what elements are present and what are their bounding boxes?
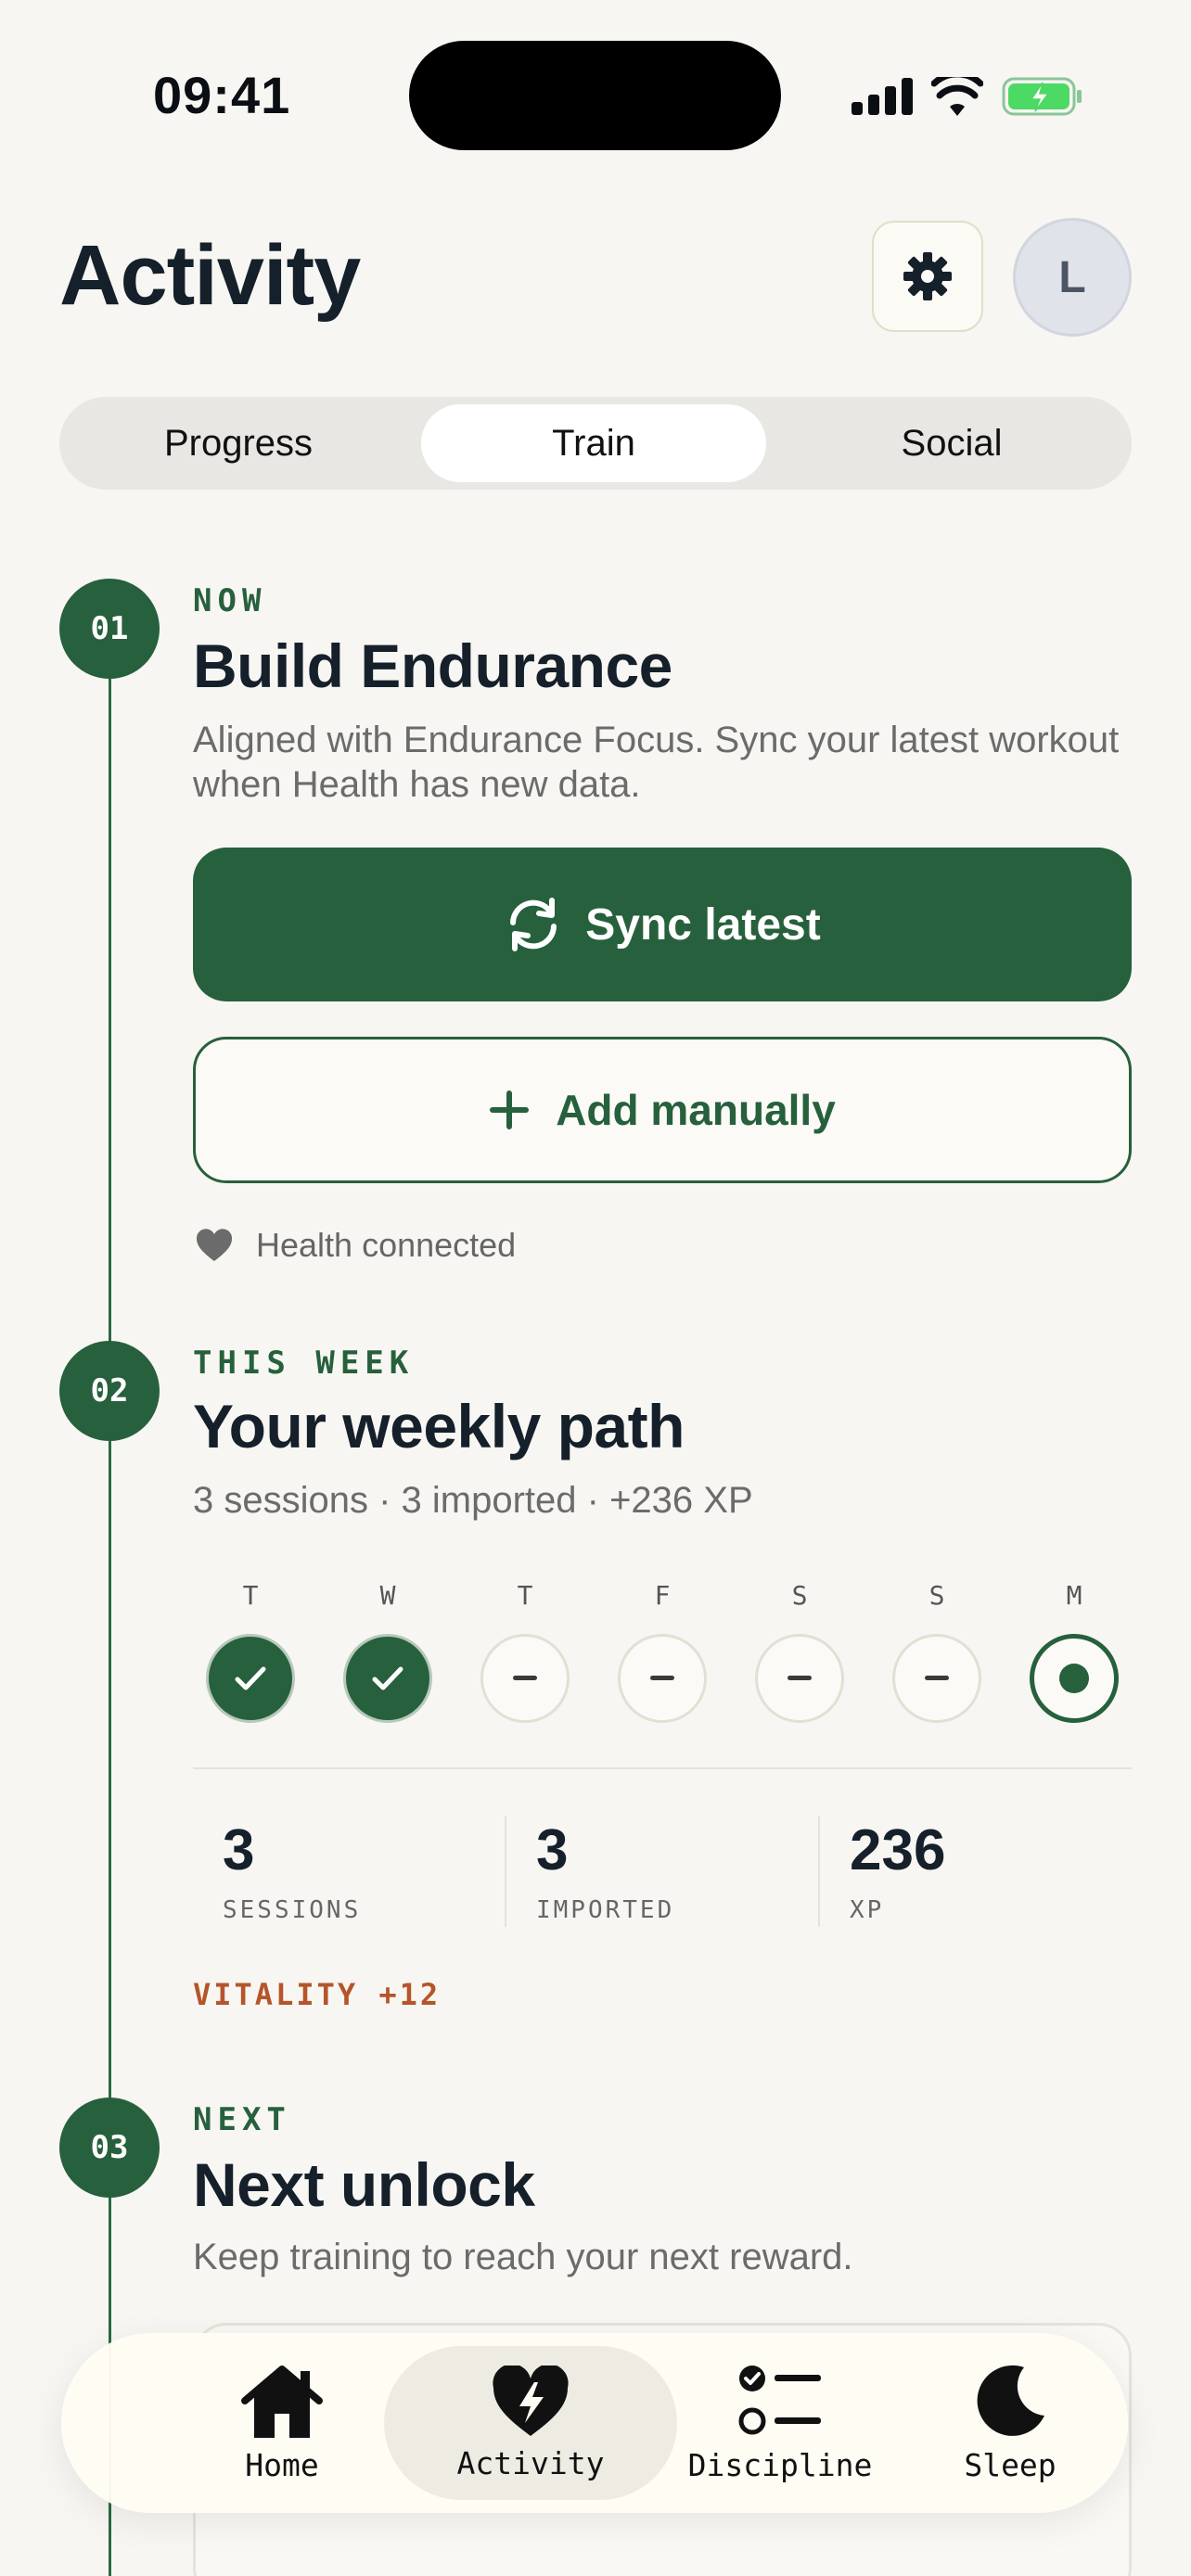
step-description: Keep training to reach your next reward. bbox=[193, 2237, 853, 2277]
gear-icon bbox=[903, 252, 952, 300]
day-status-empty bbox=[480, 1634, 570, 1723]
step-number: 01 bbox=[59, 579, 160, 679]
stat-label: XP bbox=[850, 1896, 885, 1924]
battery-charging-icon bbox=[1002, 77, 1082, 116]
vitality-badge: VITALITY +12 bbox=[193, 1977, 442, 2012]
check-icon bbox=[372, 1666, 403, 1690]
day-2[interactable]: T bbox=[480, 1580, 570, 1723]
stat-xp: 236 XP bbox=[850, 1817, 945, 1924]
checklist-icon bbox=[738, 2365, 821, 2434]
stat-separator bbox=[505, 1816, 506, 1927]
tab-social[interactable]: Social bbox=[779, 404, 1124, 482]
avatar[interactable]: L bbox=[1013, 218, 1132, 337]
day-label: W bbox=[379, 1580, 396, 1611]
tab-progress[interactable]: Progress bbox=[67, 404, 410, 482]
day-status-done bbox=[206, 1634, 295, 1723]
day-status-empty bbox=[755, 1634, 844, 1723]
day-label: S bbox=[791, 1580, 808, 1611]
add-manually-button[interactable]: Add manually bbox=[193, 1037, 1132, 1183]
dynamic-island bbox=[409, 41, 781, 150]
stat-value: 236 bbox=[850, 1818, 946, 1882]
sync-icon bbox=[510, 898, 557, 951]
dash-icon bbox=[513, 1676, 537, 1680]
step-number: 02 bbox=[59, 1341, 160, 1441]
day-status-today bbox=[1030, 1634, 1119, 1723]
step-title: Next unlock bbox=[193, 2150, 535, 2219]
stat-value: 3 bbox=[223, 1818, 255, 1882]
tab-label: Sleep bbox=[964, 2446, 1057, 2483]
cellular-signal-icon bbox=[852, 78, 913, 115]
tab-train[interactable]: Train bbox=[421, 404, 766, 482]
dash-icon bbox=[650, 1676, 674, 1680]
day-4[interactable]: S bbox=[755, 1580, 844, 1723]
day-0[interactable]: T bbox=[206, 1580, 295, 1723]
day-6[interactable]: M bbox=[1030, 1580, 1119, 1723]
settings-button[interactable] bbox=[872, 221, 983, 332]
day-status-done bbox=[343, 1634, 432, 1723]
health-status-text: Health connected bbox=[256, 1226, 517, 1264]
segmented-control: Progress Train Social bbox=[59, 397, 1132, 490]
tab-sleep[interactable]: Sleep bbox=[905, 2333, 1115, 2513]
status-icons bbox=[852, 70, 1083, 122]
step-number: 03 bbox=[59, 2098, 160, 2198]
tab-home[interactable]: Home bbox=[158, 2333, 406, 2513]
tab-activity[interactable]: Activity bbox=[406, 2333, 655, 2513]
sync-latest-label: Sync latest bbox=[585, 899, 821, 950]
stat-sessions: 3 SESSIONS bbox=[223, 1817, 361, 1924]
step-eyebrow: NOW bbox=[193, 582, 267, 619]
day-3[interactable]: F bbox=[618, 1580, 707, 1723]
stat-label: IMPORTED bbox=[536, 1896, 675, 1924]
day-1[interactable]: W bbox=[343, 1580, 432, 1723]
tab-label: Home bbox=[245, 2446, 319, 2483]
sync-latest-button[interactable]: Sync latest bbox=[193, 848, 1132, 1001]
divider bbox=[193, 1767, 1132, 1769]
heart-icon bbox=[196, 1229, 233, 1261]
weekly-summary: 3 sessions · 3 imported · +236 XP bbox=[193, 1480, 753, 1521]
timeline-line bbox=[109, 677, 111, 2576]
day-label: T bbox=[242, 1580, 259, 1611]
stat-imported: 3 IMPORTED bbox=[536, 1817, 674, 1924]
add-manually-label: Add manually bbox=[556, 1086, 836, 1134]
step-description: Aligned with Endurance Focus. Sync your … bbox=[193, 720, 1120, 805]
day-status-empty bbox=[892, 1634, 981, 1723]
moon-icon bbox=[977, 2365, 1044, 2436]
home-icon bbox=[241, 2365, 323, 2438]
health-status: Health connected bbox=[195, 1226, 516, 1265]
day-label: F bbox=[654, 1580, 671, 1611]
stat-separator bbox=[818, 1816, 820, 1927]
check-icon bbox=[235, 1666, 266, 1690]
tab-discipline[interactable]: Discipline bbox=[655, 2333, 905, 2513]
page-title: Activity bbox=[59, 228, 361, 323]
step-title: Build Endurance bbox=[193, 631, 672, 700]
tab-label: Activity bbox=[456, 2444, 605, 2481]
day-label: M bbox=[1066, 1580, 1082, 1611]
day-5[interactable]: S bbox=[892, 1580, 981, 1723]
tab-bar: Home Activity Discipline Sleep bbox=[61, 2333, 1128, 2513]
plus-icon bbox=[490, 1090, 530, 1129]
heart-bolt-icon bbox=[493, 2365, 569, 2436]
step-eyebrow: NEXT bbox=[193, 2101, 291, 2138]
step-title: Your weekly path bbox=[193, 1392, 685, 1460]
day-status-empty bbox=[618, 1634, 707, 1723]
stat-value: 3 bbox=[536, 1818, 569, 1882]
wifi-icon bbox=[931, 77, 983, 116]
status-time: 09:41 bbox=[153, 66, 291, 124]
dash-icon bbox=[788, 1676, 812, 1680]
step-eyebrow: THIS WEEK bbox=[193, 1345, 415, 1382]
day-label: T bbox=[517, 1580, 533, 1611]
tab-label: Discipline bbox=[687, 2446, 873, 2483]
stat-label: SESSIONS bbox=[223, 1896, 362, 1924]
day-label: S bbox=[928, 1580, 945, 1611]
dash-icon bbox=[925, 1676, 949, 1680]
dot-icon bbox=[1059, 1664, 1089, 1693]
